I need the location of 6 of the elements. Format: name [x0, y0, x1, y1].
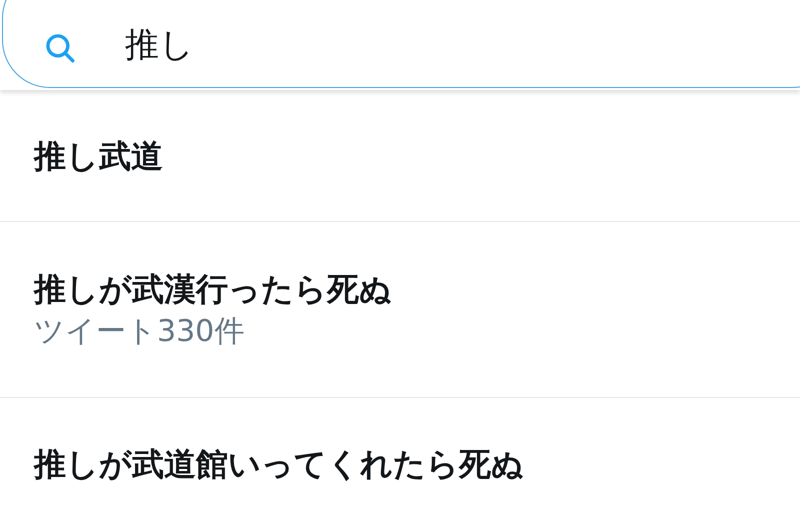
suggestion-title[interactable]: 推しが武漢行ったら死ぬ — [34, 266, 800, 310]
search-input[interactable]: 推し — [125, 25, 625, 65]
search-field[interactable]: 推し — [2, 0, 800, 88]
suggestion-title[interactable]: 推しが武道館いってくれたら死ぬ — [34, 442, 800, 486]
suggestion-title[interactable]: 推し武道 — [34, 134, 800, 178]
suggestion-subtitle: ツイート330件 — [34, 312, 246, 350]
